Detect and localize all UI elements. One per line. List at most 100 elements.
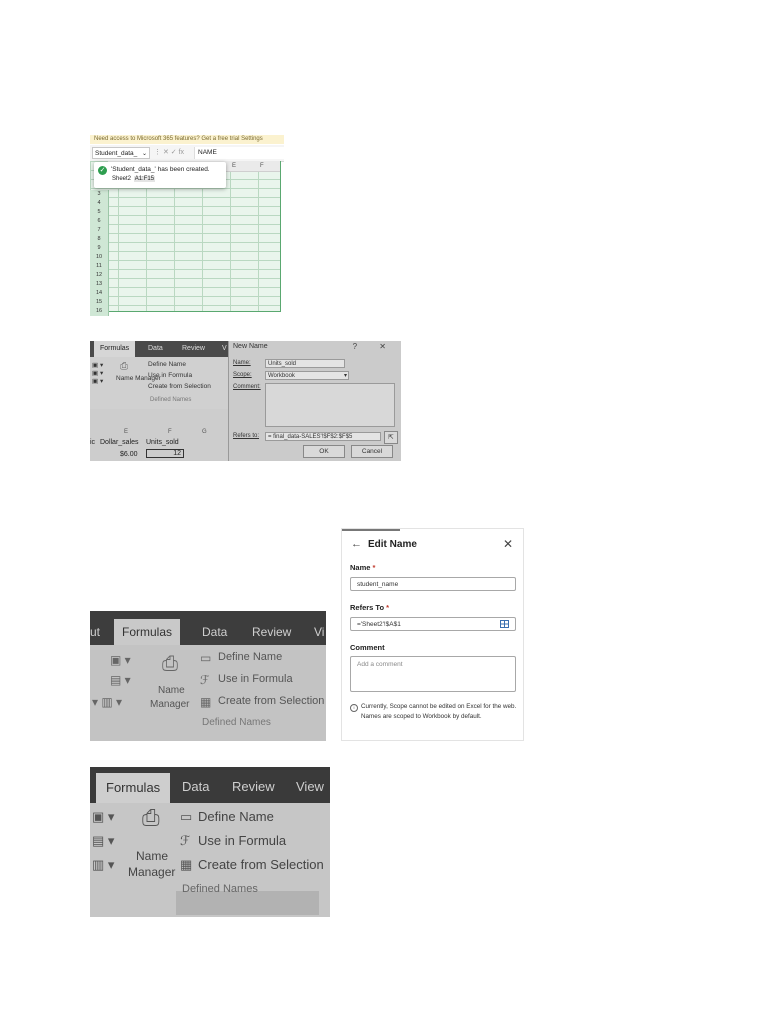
tab-review[interactable]: Review (232, 777, 275, 797)
defined-names-ribbon: ▣ ▾ ▣ ▾ ▣ ▾ ⎙ Name Manager Define Name Use… (90, 357, 230, 409)
define-name-icon: ▭ (200, 651, 212, 665)
tab-formulas[interactable]: Formulas (114, 619, 181, 645)
refers-to-label-text: Refers To (350, 603, 385, 612)
tab-review[interactable]: Review (182, 341, 205, 357)
function-icon[interactable]: ▤ ▾ (92, 833, 114, 849)
tab-data[interactable]: Data (202, 623, 227, 641)
fx-icon: ℱ (180, 833, 191, 848)
scope-value: Workbook (268, 373, 295, 379)
row-header[interactable]: 11 (90, 262, 109, 271)
collapse-range-icon[interactable]: ⇱ (384, 431, 398, 444)
tab-view[interactable]: Vi (314, 623, 324, 641)
toast-range[interactable]: A1:F15 (133, 176, 156, 182)
chevron-down-icon[interactable]: ▾ (344, 372, 347, 381)
pane-title: Edit Name (368, 539, 417, 550)
scope-select[interactable]: Workbook ▾ (265, 371, 349, 380)
comment-label: Comment: (233, 384, 261, 390)
column-header-e[interactable]: E (124, 429, 128, 435)
name-manager-label-1[interactable]: Name (136, 849, 168, 863)
use-in-formula-button[interactable]: Use in Formula (148, 372, 192, 379)
row-header[interactable]: 8 (90, 235, 109, 244)
create-from-selection-button[interactable]: Create from Selection (218, 695, 324, 707)
row-header[interactable]: 15 (90, 298, 109, 307)
close-icon[interactable]: ✕ (503, 537, 513, 551)
function-icon[interactable]: ▾ ▥ ▾ (92, 695, 122, 709)
name-input[interactable]: student_name (350, 577, 516, 591)
function-icon[interactable]: ▣ ▾ (110, 653, 131, 667)
row-header[interactable]: 3 (90, 190, 109, 199)
function-icon[interactable]: ▤ ▾ (110, 673, 131, 687)
cell-header-units-sold[interactable]: Units_sold (146, 439, 179, 446)
name-manager-icon: ⎙ (142, 805, 160, 830)
cancel-button[interactable]: Cancel (351, 445, 393, 458)
use-in-formula-button[interactable]: Use in Formula (198, 833, 286, 848)
formula-icons[interactable]: ⋮ ✕ ✓ fx (154, 147, 184, 159)
function-icon[interactable]: ▥ ▾ (92, 857, 114, 873)
pane-top-accent (342, 529, 400, 531)
range-picker-icon[interactable] (500, 620, 509, 628)
row-header[interactable]: 16 (90, 307, 109, 316)
dialog-title: New Name (233, 343, 268, 350)
create-from-selection-icon: ▦ (200, 695, 212, 709)
name-created-toast: ✓ 'Student_data_' has been created. Shee… (94, 162, 226, 188)
ok-button[interactable]: OK (303, 445, 345, 458)
tab-data[interactable]: Data (148, 341, 163, 357)
use-in-formula-button[interactable]: Use in Formula (218, 673, 293, 685)
new-name-photo: Formulas Data Review V ▣ ▾ ▣ ▾ ▣ ▾ ⎙ Name … (90, 341, 401, 461)
tab-formulas[interactable]: Formulas (94, 341, 136, 357)
chevron-down-icon[interactable]: ⌄ (142, 148, 147, 158)
name-manager-label-1[interactable]: Name (158, 685, 185, 696)
column-header-f[interactable]: F (168, 429, 172, 435)
tab-view[interactable]: View (296, 777, 324, 797)
cell-header-d[interactable]: ic (90, 439, 95, 446)
comment-input[interactable]: Add a comment (350, 656, 516, 692)
scope-info-text: Currently, Scope cannot be edited on Exc… (361, 703, 517, 720)
row-header[interactable]: 9 (90, 244, 109, 253)
group-label: Defined Names (202, 717, 271, 728)
tab-review[interactable]: Review (252, 623, 291, 641)
row-header[interactable]: 6 (90, 217, 109, 226)
create-from-selection-button[interactable]: Create from Selection (198, 857, 324, 872)
tab-data[interactable]: Data (182, 777, 209, 797)
row-header[interactable]: 4 (90, 199, 109, 208)
dialog-controls[interactable]: ? ✕ (353, 342, 396, 351)
row-header[interactable]: 7 (90, 226, 109, 235)
name-manager-label-2[interactable]: Manager (150, 699, 189, 710)
cell-dollar-value[interactable]: $6.00 (120, 451, 138, 458)
name-manager-label-2[interactable]: Manager (128, 865, 175, 879)
row-header[interactable]: 12 (90, 271, 109, 280)
column-header-f[interactable]: F (260, 161, 264, 171)
cell-header-dollar-sales[interactable]: Dollar_sales (100, 439, 139, 446)
row-header[interactable]: 10 (90, 253, 109, 262)
sheet-screenshot: Need access to Microsoft 365 features? G… (90, 135, 284, 316)
comment-field[interactable] (265, 383, 395, 427)
back-arrow-icon[interactable]: ← (351, 538, 362, 550)
tab-view[interactable]: V (222, 341, 227, 357)
define-name-button[interactable]: Define Name (198, 809, 274, 824)
group-label: Defined Names (150, 397, 192, 403)
define-name-button[interactable]: Define Name (218, 651, 282, 663)
ribbon-photo-large: Formulas Data Review View ▣ ▾ ▤ ▾ ▥ ▾ ⎙ … (90, 767, 330, 917)
refers-to-input[interactable]: ='Sheet2'!$A$1 (350, 617, 516, 631)
toast-location: Sheet2 A1:F15 (111, 175, 156, 183)
tab-formulas[interactable]: Formulas (96, 773, 171, 803)
row-header[interactable]: 14 (90, 289, 109, 298)
ribbon-photo-small: ut Formulas Data Review Vi ▣ ▾ ▤ ▾ ▾ ▥ ▾… (90, 611, 326, 741)
define-name-button[interactable]: Define Name (148, 361, 186, 368)
new-name-dialog: New Name ? ✕ Name: Units_sold Scope: Wor… (228, 341, 401, 461)
name-box[interactable]: Student_data_ ⌄ (92, 147, 150, 159)
comment-label: Comment (350, 643, 385, 652)
refers-to-field[interactable]: = final_data-SALES'!$F$2:$F$5 (265, 432, 381, 441)
row-header[interactable]: 13 (90, 280, 109, 289)
function-icon[interactable]: ▣ ▾ (92, 809, 114, 825)
create-from-selection-button[interactable]: Create from Selection (148, 383, 211, 390)
column-header-e[interactable]: E (232, 161, 236, 171)
row-header[interactable]: 5 (90, 208, 109, 217)
cell-units-value[interactable]: 12 (146, 449, 184, 458)
name-box-value: Student_data_ (95, 150, 138, 157)
tab-layout[interactable]: ut (90, 623, 100, 641)
column-header-g[interactable]: G (202, 429, 207, 435)
defined-names-group: ▣ ▾ ▤ ▾ ▾ ▥ ▾ ⎙ Name Manager ▭ Define Na… (90, 645, 326, 741)
name-field[interactable]: Units_sold (265, 359, 345, 368)
formula-input[interactable]: NAME (194, 147, 284, 159)
